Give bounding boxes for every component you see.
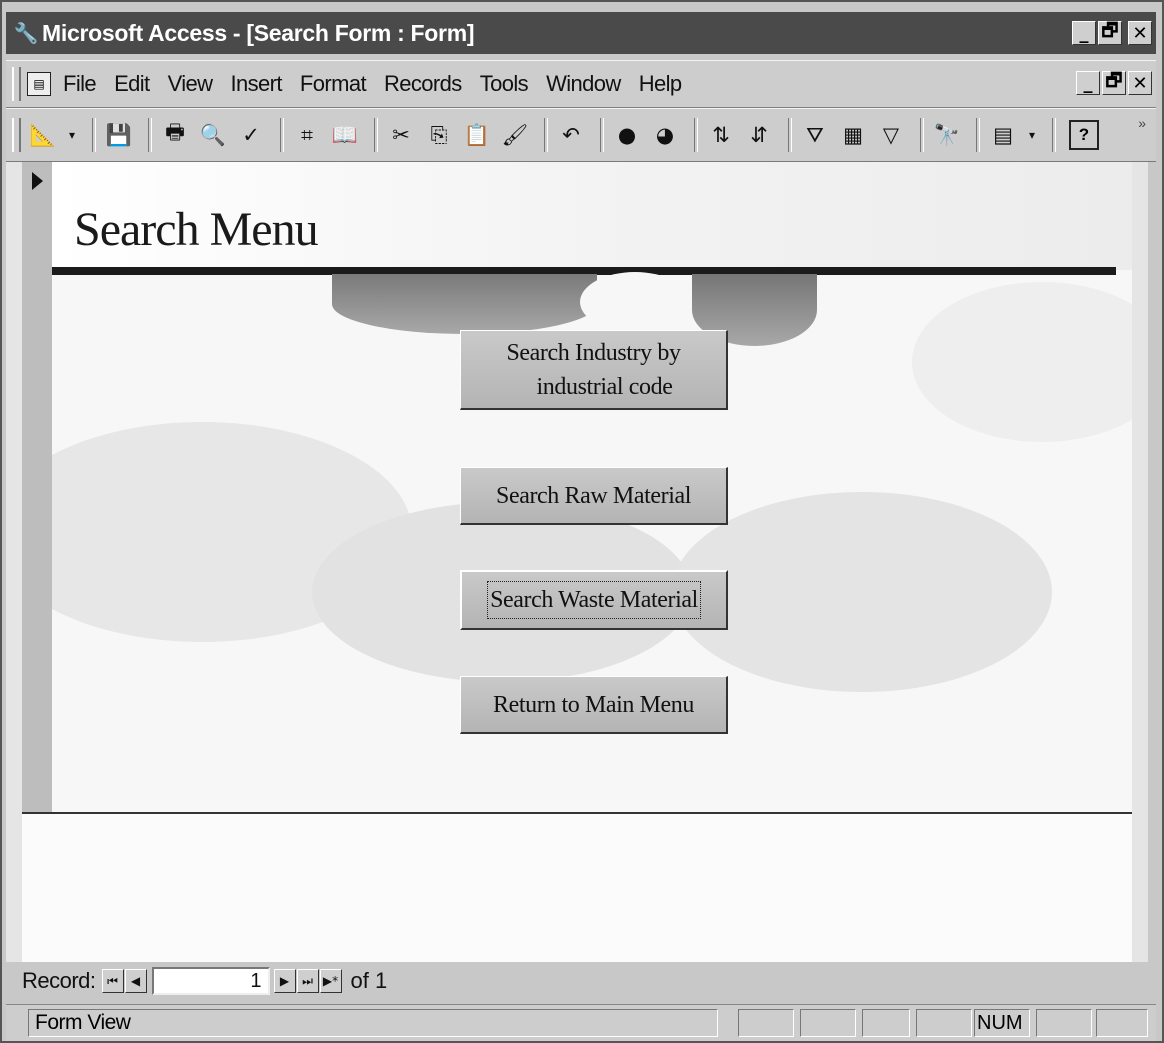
form-footer [22,814,1132,962]
format-painter-icon[interactable]: 🖌 [499,119,531,151]
return-to-main-menu-label: Return to Main Menu [492,691,695,718]
doc-minimize-button[interactable]: _ [1076,71,1100,95]
search-industry-button-line1: Search Industry by [506,339,681,366]
window-title: Microsoft Access - [Search Form : Form] [42,19,475,46]
status-text: Form View [28,1009,718,1037]
spelling-icon[interactable]: ✓ [235,119,267,151]
paste-icon[interactable]: 📋 [461,119,493,151]
cloud-decoration [672,492,1052,692]
menu-tools[interactable]: Tools [480,71,529,97]
minimize-button[interactable]: _ [1072,21,1096,45]
last-record-icon[interactable]: ⏭ [296,969,319,993]
menu-edit[interactable]: Edit [114,71,150,97]
save-icon[interactable]: 💾 [103,119,135,151]
sort-descending-icon[interactable]: ⇵ [743,119,775,151]
menu-insert[interactable]: Insert [230,71,282,97]
doc-restore-button[interactable]: 🗗 [1102,70,1126,95]
record-count: of 1 [350,968,388,993]
office-links-icon[interactable]: ● [611,119,643,151]
sort-ascending-icon[interactable]: ⇅ [705,119,737,151]
status-pane [862,1009,910,1037]
toolbar-grip[interactable] [12,118,21,152]
status-bar: Form View NUM [6,1004,1156,1041]
menu-view[interactable]: View [168,71,213,97]
title-bar[interactable]: 🔧 Microsoft Access - [Search Form : Form… [6,12,1156,54]
current-record-arrow-icon [32,172,43,190]
undo-icon[interactable]: ↶ [555,119,587,151]
form-title: Search Menu [74,203,319,256]
print-preview-icon[interactable]: 🔍 [197,119,229,151]
new-record-icon[interactable]: ▶* [319,969,342,993]
search-waste-material-label: Search Waste Material [487,581,701,619]
search-waste-material-button[interactable]: Search Waste Material [460,570,728,630]
status-pane [738,1009,794,1037]
view-icon[interactable]: 📐 [27,119,59,151]
menu-records[interactable]: Records [384,71,462,97]
close-button[interactable]: ✕ [1128,21,1152,45]
form-view-toolbar: 📐 ▾ 💾 🖶 🔍 ✓ ⌗ 📖 ✂ ⎘ 📋 🖌 ↶ ● ◕ ⇅ ⇵ ⛛ ▦ ▽ … [6,108,1156,162]
status-pane [800,1009,856,1037]
cloud-decoration [912,282,1132,442]
new-object-dropdown-icon[interactable]: ▾ [1025,119,1039,151]
cloud-drape-decoration [332,274,597,334]
menu-bar: ▤ File Edit View Insert Format Records T… [6,60,1156,108]
help-icon[interactable]: ? [1069,120,1099,150]
menu-file[interactable]: File [63,71,97,97]
access-window: 🔧 Microsoft Access - [Search Form : Form… [0,0,1164,1043]
record-label: Record: [22,968,96,993]
record-selector[interactable] [22,162,53,812]
status-pane [1096,1009,1148,1037]
form-detail: Search Menu Search Industry by industria… [52,162,1132,812]
cut-icon[interactable]: ✂ [385,119,417,151]
restore-button[interactable]: 🗗 [1098,20,1122,45]
menu-help[interactable]: Help [639,71,682,97]
search-industry-button-line2: industrial code [536,373,673,400]
web-toolbar-icon[interactable]: 📖 [329,119,361,151]
access-key-icon: 🔧 [13,22,39,45]
num-lock-indicator: NUM [974,1009,1030,1037]
filter-by-selection-icon[interactable]: ⛛ [799,119,831,151]
record-number-input[interactable]: 1 [151,967,270,995]
doc-close-button[interactable]: ✕ [1128,71,1152,95]
insert-hyperlink-icon[interactable]: ⌗ [291,119,323,151]
view-dropdown-icon[interactable]: ▾ [65,119,79,151]
return-to-main-menu-button[interactable]: Return to Main Menu [460,676,728,734]
previous-record-icon[interactable]: ◀ [124,969,147,993]
more-buttons-icon[interactable]: » [1138,115,1146,131]
print-icon[interactable]: 🖶 [159,119,191,151]
status-pane [916,1009,972,1037]
menu-window[interactable]: Window [546,71,621,97]
cloud-decoration [580,272,690,332]
record-navigator: Record: ⏮ ◀ 1 ▶ ⏭ ▶* of 1 [22,964,387,998]
first-record-icon[interactable]: ⏮ [101,969,124,993]
next-record-icon[interactable]: ▶ [273,969,296,993]
new-object-icon[interactable]: ▤ [987,119,1019,151]
form-document-icon[interactable]: ▤ [27,72,51,96]
search-raw-material-label: Search Raw Material [496,482,691,509]
form-area: Search Menu Search Industry by industria… [6,162,1148,962]
menu-format[interactable]: Format [300,71,367,97]
search-raw-material-button[interactable]: Search Raw Material [460,467,728,525]
apply-filter-icon[interactable]: ▽ [875,119,907,151]
find-icon[interactable]: 🔭 [931,119,963,151]
menubar-grip[interactable] [12,67,21,101]
status-pane [1036,1009,1092,1037]
analyze-icon[interactable]: ◕ [649,119,681,151]
copy-icon[interactable]: ⎘ [423,119,455,151]
filter-by-form-icon[interactable]: ▦ [837,119,869,151]
search-industry-button[interactable]: Search Industry by industrial code [460,330,728,410]
